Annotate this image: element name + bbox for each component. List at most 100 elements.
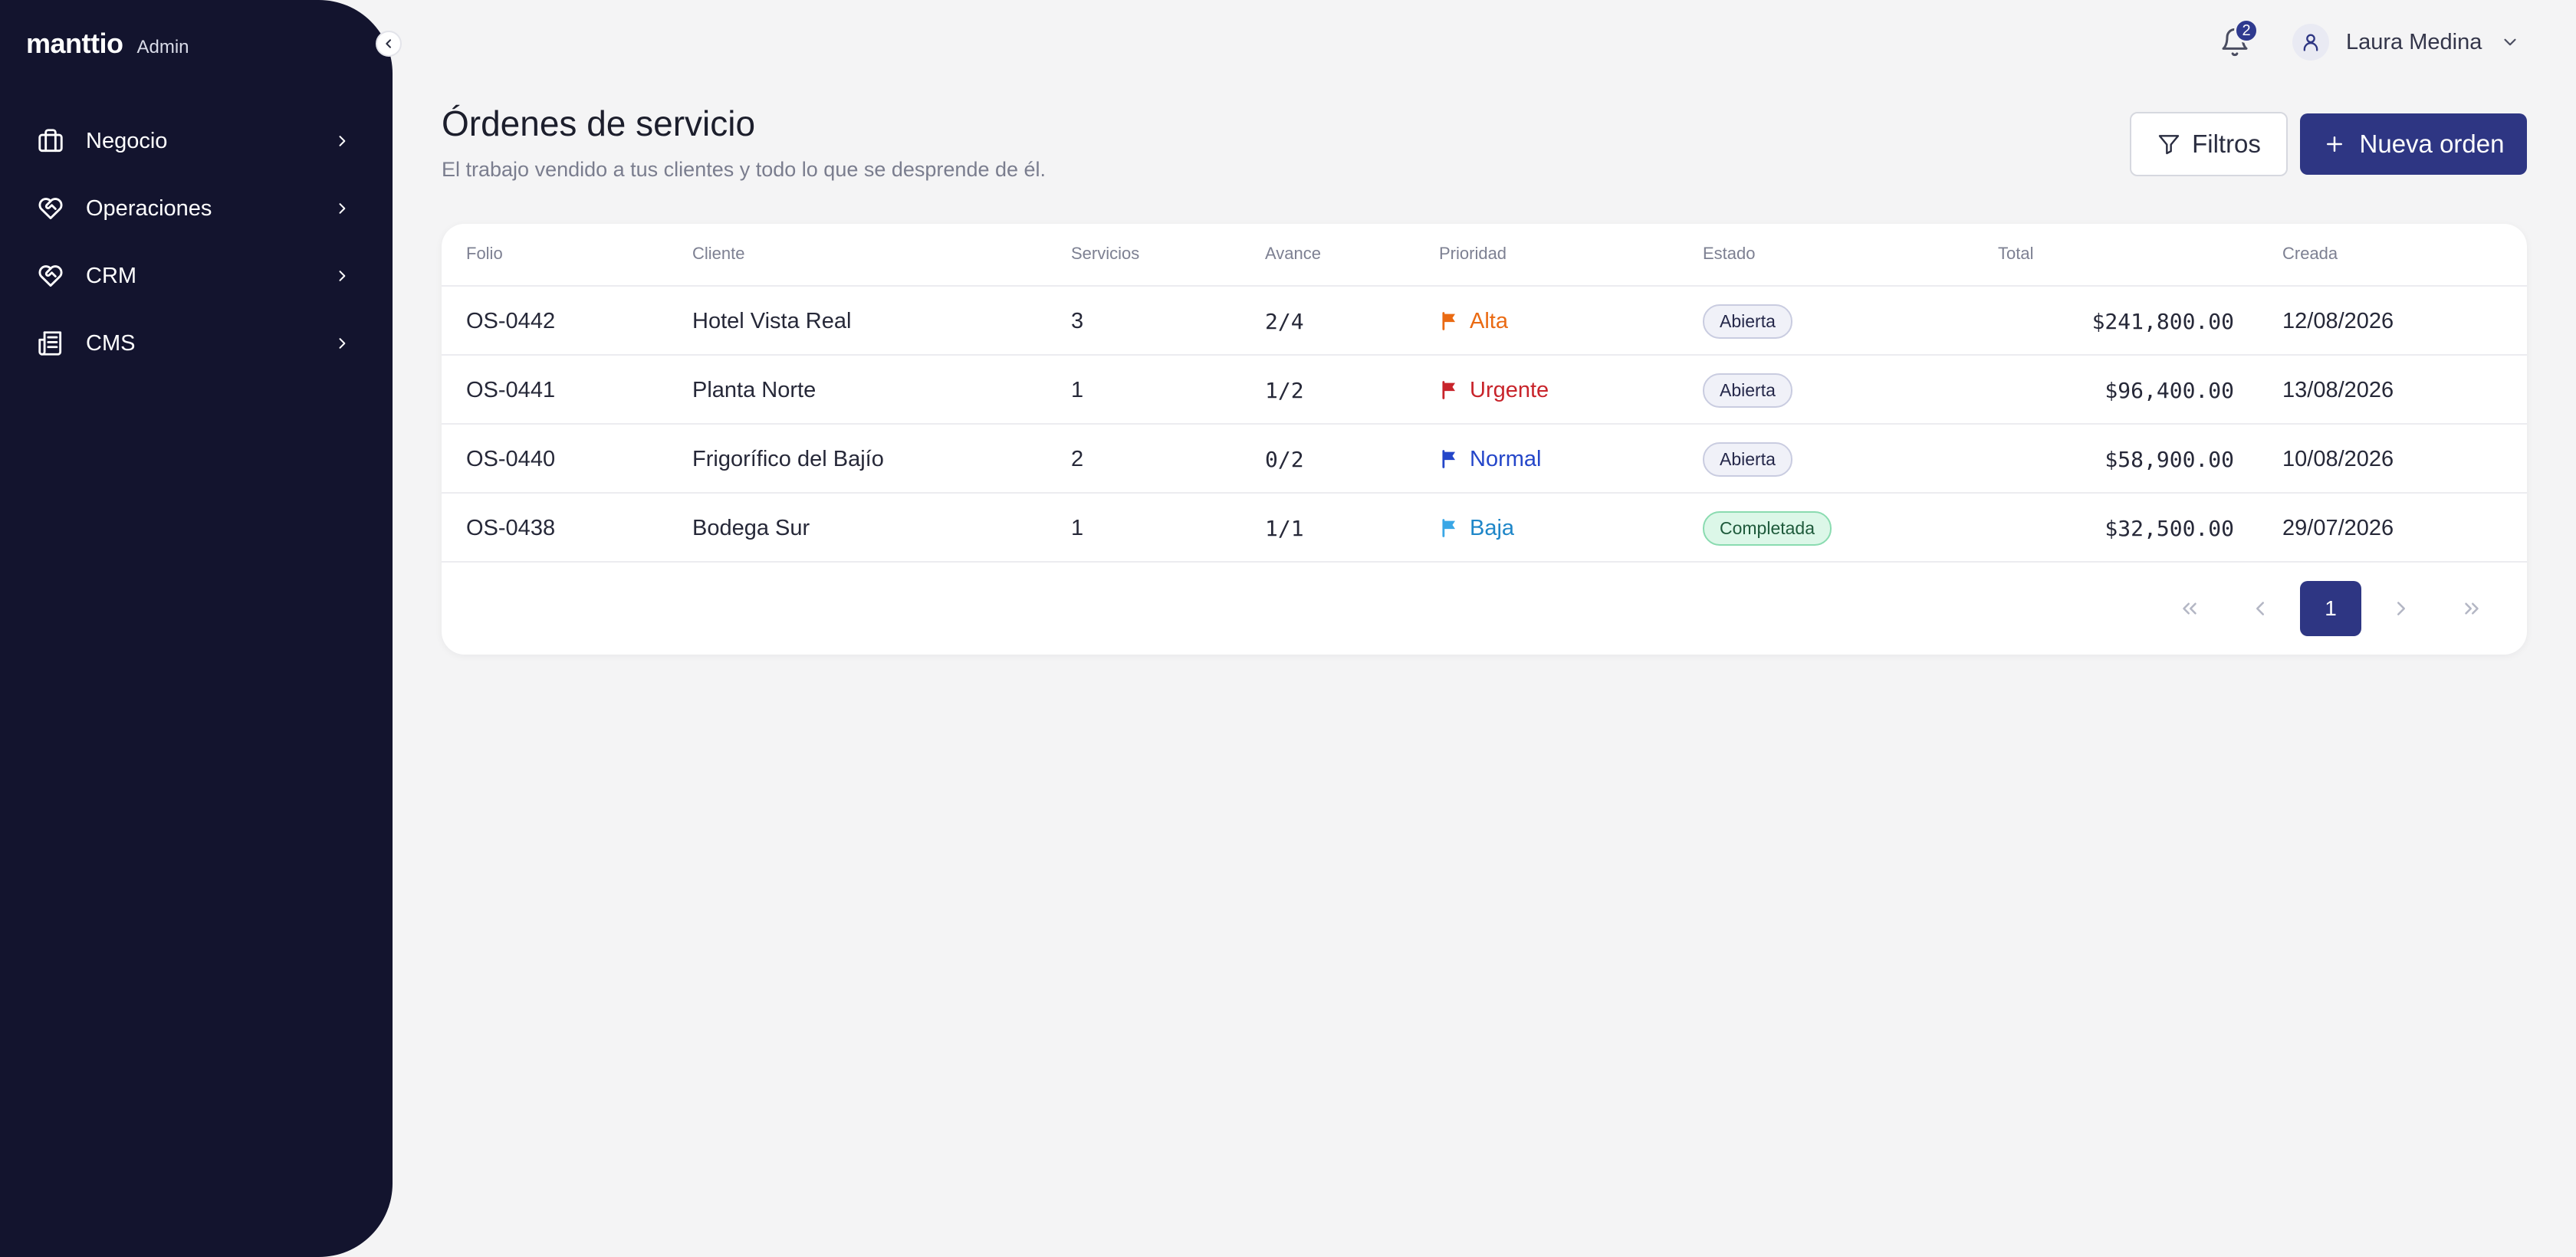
priority-label: Normal (1470, 446, 1542, 471)
cell-estado: Abierta (1703, 287, 1792, 356)
chevron-right-icon (339, 338, 346, 349)
notifications-badge: 2 (2234, 18, 2259, 43)
cell-folio: OS-0441 (466, 377, 556, 402)
next-page-button[interactable] (2371, 581, 2432, 636)
priority-label: Baja (1470, 515, 1515, 540)
sidebar-nav: Negocio Operaciones CRM CMS (0, 107, 393, 377)
new-order-label: Nueva orden (2359, 130, 2505, 158)
chevrons-right-icon (2465, 602, 2479, 615)
cell-servicios: 1 (1071, 515, 1084, 540)
filters-label: Filtros (2192, 130, 2261, 158)
chevron-right-icon (339, 136, 346, 146)
cell-cliente: Bodega Sur (692, 515, 810, 540)
first-page-button[interactable] (2159, 581, 2220, 636)
table-row[interactable]: OS-0442 Hotel Vista Real 3 2/4 Alta Abie… (442, 287, 2527, 356)
priority-label: Urgente (1470, 377, 1549, 402)
status-badge: Completada (1703, 510, 1832, 546)
chevrons-left-icon (2183, 602, 2196, 615)
cell-prioridad: Baja (1439, 494, 1514, 563)
flag-icon (1442, 312, 1455, 330)
sidebar-item-negocio[interactable]: Negocio (0, 107, 393, 175)
user-icon (2303, 34, 2318, 51)
cell-avance: 2/4 (1265, 308, 1304, 334)
cell-prioridad: Alta (1439, 287, 1508, 356)
user-name: Laura Medina (2346, 29, 2482, 54)
cell-servicios: 3 (1071, 308, 1084, 333)
cell-total: $58,900.00 (2104, 446, 2234, 472)
cell-folio: OS-0442 (466, 308, 556, 333)
user-menu[interactable]: Laura Medina (2292, 23, 2520, 61)
column-header-estado[interactable]: Estado (1703, 244, 1756, 264)
chevron-left-icon (386, 39, 391, 48)
heart-handshake-icon (35, 193, 66, 224)
column-header-folio[interactable]: Folio (466, 244, 503, 264)
cell-total: $241,800.00 (2091, 308, 2234, 334)
cell-total: $96,400.00 (2104, 377, 2234, 403)
cell-estado: Abierta (1703, 356, 1792, 425)
sidebar-item-cms[interactable]: CMS (0, 310, 393, 377)
filter-icon (2158, 135, 2180, 155)
cell-prioridad: Normal (1439, 425, 1541, 494)
chevron-left-icon (2256, 602, 2264, 615)
column-header-prioridad[interactable]: Prioridad (1439, 244, 1506, 264)
table-row[interactable]: OS-0441 Planta Norte 1 1/2 Urgente Abier… (442, 356, 2527, 425)
flag-icon (1442, 519, 1455, 537)
sidebar-item-label: CRM (86, 263, 137, 288)
cell-estado: Abierta (1703, 425, 1792, 494)
column-header-total[interactable]: Total (1998, 244, 2033, 264)
cell-avance: 1/1 (1265, 515, 1304, 541)
filters-button[interactable]: Filtros (2130, 112, 2288, 176)
sidebar-item-label: Operaciones (86, 195, 212, 221)
brand-tag: Admin (136, 37, 189, 57)
column-header-avance[interactable]: Avance (1265, 244, 1321, 264)
cell-creada: 10/08/2026 (2282, 446, 2394, 471)
chevron-right-icon (339, 203, 346, 214)
chevron-right-icon (2397, 602, 2405, 615)
cell-avance: 0/2 (1265, 446, 1304, 472)
column-header-creada[interactable]: Creada (2282, 244, 2338, 264)
sidebar-item-operaciones[interactable]: Operaciones (0, 175, 393, 242)
brand[interactable]: manttio Admin (26, 28, 189, 60)
sidebar: manttio Admin Negocio Operaciones CRM CM… (0, 0, 393, 1257)
cell-creada: 29/07/2026 (2282, 515, 2394, 540)
cell-creada: 13/08/2026 (2282, 377, 2394, 402)
cell-cliente: Hotel Vista Real (692, 308, 852, 333)
page-button-current[interactable]: 1 (2300, 581, 2361, 636)
orders-table-card: Folio Cliente Servicios Avance Prioridad… (442, 224, 2527, 655)
new-order-button[interactable]: Nueva orden (2300, 113, 2527, 175)
flag-icon (1442, 450, 1455, 468)
column-header-cliente[interactable]: Cliente (692, 244, 744, 264)
sidebar-item-label: CMS (86, 330, 136, 356)
pagination: 1 (2159, 581, 2527, 636)
cell-servicios: 2 (1071, 446, 1084, 471)
cell-folio: OS-0438 (466, 515, 556, 540)
flag-icon (1442, 381, 1455, 399)
newspaper-icon (35, 328, 66, 359)
page-subtitle: El trabajo vendido a tus clientes y todo… (442, 158, 1046, 181)
cell-avance: 1/2 (1265, 377, 1304, 403)
brand-logo: manttio (26, 28, 123, 59)
avatar (2292, 24, 2329, 61)
previous-page-button[interactable] (2229, 581, 2291, 636)
status-badge: Abierta (1703, 441, 1792, 477)
plus-icon (2326, 136, 2342, 152)
priority-label: Alta (1470, 308, 1508, 333)
cell-estado: Completada (1703, 494, 1832, 563)
table-row[interactable]: OS-0440 Frigorífico del Bajío 2 0/2 Norm… (442, 425, 2527, 494)
chevron-down-icon (2504, 38, 2516, 46)
cell-total: $32,500.00 (2104, 515, 2234, 541)
page-title: Órdenes de servicio (442, 103, 756, 143)
column-header-servicios[interactable]: Servicios (1071, 244, 1139, 264)
cell-cliente: Frigorífico del Bajío (692, 446, 884, 471)
cell-creada: 12/08/2026 (2282, 308, 2394, 333)
heart-handshake-icon (35, 261, 66, 291)
collapse-sidebar-button[interactable] (376, 31, 402, 57)
table-row[interactable]: OS-0438 Bodega Sur 1 1/1 Baja Completada… (442, 494, 2527, 563)
cell-prioridad: Urgente (1439, 356, 1549, 425)
cell-folio: OS-0440 (466, 446, 556, 471)
cell-servicios: 1 (1071, 377, 1084, 402)
cell-cliente: Planta Norte (692, 377, 816, 402)
last-page-button[interactable] (2441, 581, 2502, 636)
sidebar-item-crm[interactable]: CRM (0, 242, 393, 310)
table-header: Folio Cliente Servicios Avance Prioridad… (442, 224, 2527, 287)
